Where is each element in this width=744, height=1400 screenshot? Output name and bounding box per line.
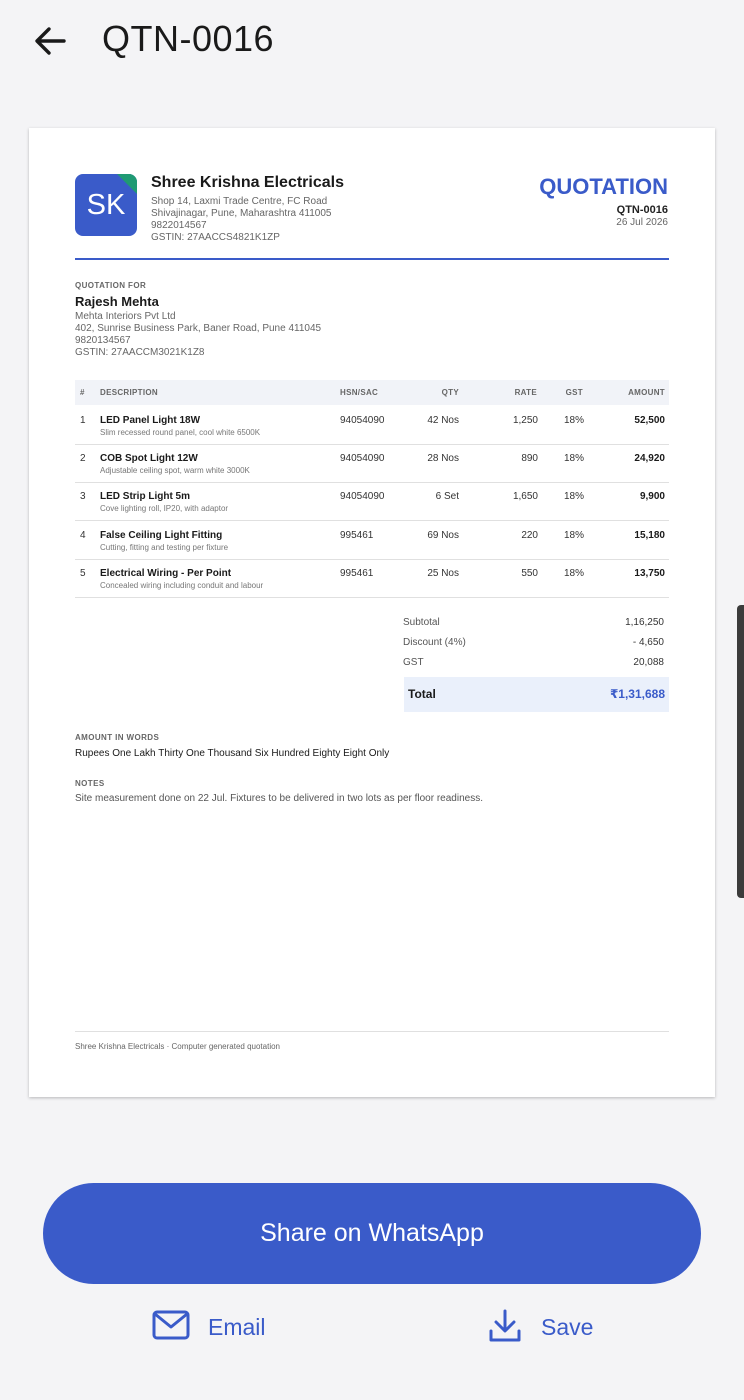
col-rate: RATE <box>514 388 537 397</box>
row-desc: Concealed wiring including conduit and l… <box>100 581 264 590</box>
row-rate: 890 <box>521 453 538 464</box>
customer-company: Mehta Interiors Pvt Ltd <box>75 311 176 322</box>
row-hsn: 94054090 <box>340 453 385 464</box>
document-date: 26 Jul 2026 <box>616 217 668 228</box>
col-amount: AMOUNT <box>628 388 665 397</box>
row-rate: 1,250 <box>512 415 538 426</box>
items-table-header: # DESCRIPTION HSN/SAC QTY RATE GST AMOUN… <box>75 380 669 405</box>
row-qty: 28 Nos <box>427 453 459 464</box>
notes-label: NOTES <box>75 779 105 788</box>
gst-value: 20,088 <box>633 657 664 668</box>
row-gst: 18% <box>563 415 584 426</box>
table-row: 5 Electrical Wiring - Per Point Conceale… <box>75 559 669 598</box>
notes-text: Site measurement done on 22 Jul. Fixture… <box>75 793 483 804</box>
scrollbar[interactable] <box>737 605 744 898</box>
col-description: DESCRIPTION <box>100 388 158 397</box>
document-type: QUOTATION <box>539 174 668 199</box>
mail-icon <box>152 1310 190 1340</box>
save-label: Save <box>541 1314 594 1340</box>
business-gstin: GSTIN: 27AACCS4821K1ZP <box>151 232 280 243</box>
row-qty: 25 Nos <box>427 568 459 579</box>
col-qty: QTY <box>441 388 459 397</box>
row-qty: 42 Nos <box>427 415 459 426</box>
amount-in-words: Rupees One Lakh Thirty One Thousand Six … <box>75 748 390 759</box>
row-gst: 18% <box>563 530 584 541</box>
business-name: Shree Krishna Electricals <box>151 174 344 191</box>
row-desc: Cove lighting roll, IP20, with adaptor <box>100 504 229 513</box>
row-rate: 550 <box>521 568 538 579</box>
row-item: LED Panel Light 18W <box>100 415 201 426</box>
quotation-document: SK Shree Krishna Electricals Shop 14, La… <box>29 128 715 1097</box>
customer-name: Rajesh Mehta <box>75 294 159 309</box>
row-desc: Slim recessed round panel, cool white 65… <box>100 428 261 437</box>
col-no: # <box>80 388 85 397</box>
row-gst: 18% <box>563 491 584 502</box>
row-rate: 1,650 <box>512 491 538 502</box>
back-button[interactable] <box>30 22 72 60</box>
row-desc: Adjustable ceiling spot, warm white 3000… <box>100 466 250 475</box>
row-qty: 69 Nos <box>427 530 459 541</box>
document-footer: Shree Krishna Electricals · Computer gen… <box>75 1042 280 1051</box>
row-hsn: 995461 <box>340 568 374 579</box>
row-amount: 52,500 <box>634 415 665 426</box>
row-desc: Cutting, fitting and testing per fixture <box>100 543 229 552</box>
subtotal-value: 1,16,250 <box>625 617 664 628</box>
arrow-left-icon <box>35 27 66 55</box>
row-amount: 24,920 <box>634 453 665 464</box>
row-item: Electrical Wiring - Per Point <box>100 568 232 579</box>
row-amount: 13,750 <box>634 568 665 579</box>
customer-phone: 9820134567 <box>75 335 131 346</box>
row-rate: 220 <box>521 530 538 541</box>
subtotal-label: Subtotal <box>403 617 440 628</box>
total-label: Total <box>408 687 436 701</box>
row-hsn: 94054090 <box>340 415 385 426</box>
row-no: 3 <box>80 491 86 502</box>
row-amount: 9,900 <box>639 491 665 502</box>
email-button[interactable]: Email <box>152 1305 272 1351</box>
share-whatsapp-button[interactable]: Share on WhatsApp <box>43 1183 701 1284</box>
row-item: COB Spot Light 12W <box>100 453 198 464</box>
row-item: False Ceiling Light Fitting <box>100 530 223 541</box>
row-no: 4 <box>80 530 86 541</box>
discount-label: Discount (4%) <box>403 637 466 648</box>
total-value: ₹1,31,688 <box>609 687 665 701</box>
table-row: 4 False Ceiling Light Fitting Cutting, f… <box>75 521 669 560</box>
table-row: 1 LED Panel Light 18W Slim recessed roun… <box>75 406 669 445</box>
row-no: 2 <box>80 453 86 464</box>
col-hsn: HSN/SAC <box>340 388 379 397</box>
page-title: QTN-0016 <box>102 18 275 59</box>
row-no: 1 <box>80 415 86 426</box>
email-label: Email <box>208 1314 266 1340</box>
row-amount: 15,180 <box>634 530 665 541</box>
amount-in-words-label: AMOUNT IN WORDS <box>75 733 160 742</box>
row-hsn: 995461 <box>340 530 374 541</box>
gst-label: GST <box>403 657 424 668</box>
row-no: 5 <box>80 568 86 579</box>
discount-value: - 4,650 <box>632 637 664 648</box>
top-app-bar: QTN-0016 <box>0 0 744 82</box>
business-address-1: Shop 14, Laxmi Trade Centre, FC Road <box>151 196 328 207</box>
customer-label: QUOTATION FOR <box>75 281 147 290</box>
row-item: LED Strip Light 5m <box>100 491 190 502</box>
row-qty: 6 Set <box>435 491 459 502</box>
document-number: QTN-0016 <box>616 204 668 216</box>
customer-address: 402, Sunrise Business Park, Baner Road, … <box>75 323 322 334</box>
business-phone: 9822014567 <box>151 220 207 231</box>
logo-text: SK <box>86 189 126 221</box>
table-row: 3 LED Strip Light 5m Cove lighting roll,… <box>75 482 669 521</box>
download-icon <box>489 1309 521 1342</box>
customer-gstin: GSTIN: 27AACCM3021K1Z8 <box>75 347 205 358</box>
save-button[interactable]: Save <box>488 1305 594 1351</box>
footer-divider <box>75 1031 669 1032</box>
header-divider <box>75 258 669 260</box>
col-gst: GST <box>565 388 583 397</box>
table-row: 2 COB Spot Light 12W Adjustable ceiling … <box>75 444 669 483</box>
business-logo: SK <box>75 174 137 236</box>
business-address-2: Shivajinagar, Pune, Maharashtra 411005 <box>151 208 332 219</box>
grand-total-row: Total ₹1,31,688 <box>404 677 669 712</box>
row-gst: 18% <box>563 568 584 579</box>
row-gst: 18% <box>563 453 584 464</box>
row-hsn: 94054090 <box>340 491 385 502</box>
